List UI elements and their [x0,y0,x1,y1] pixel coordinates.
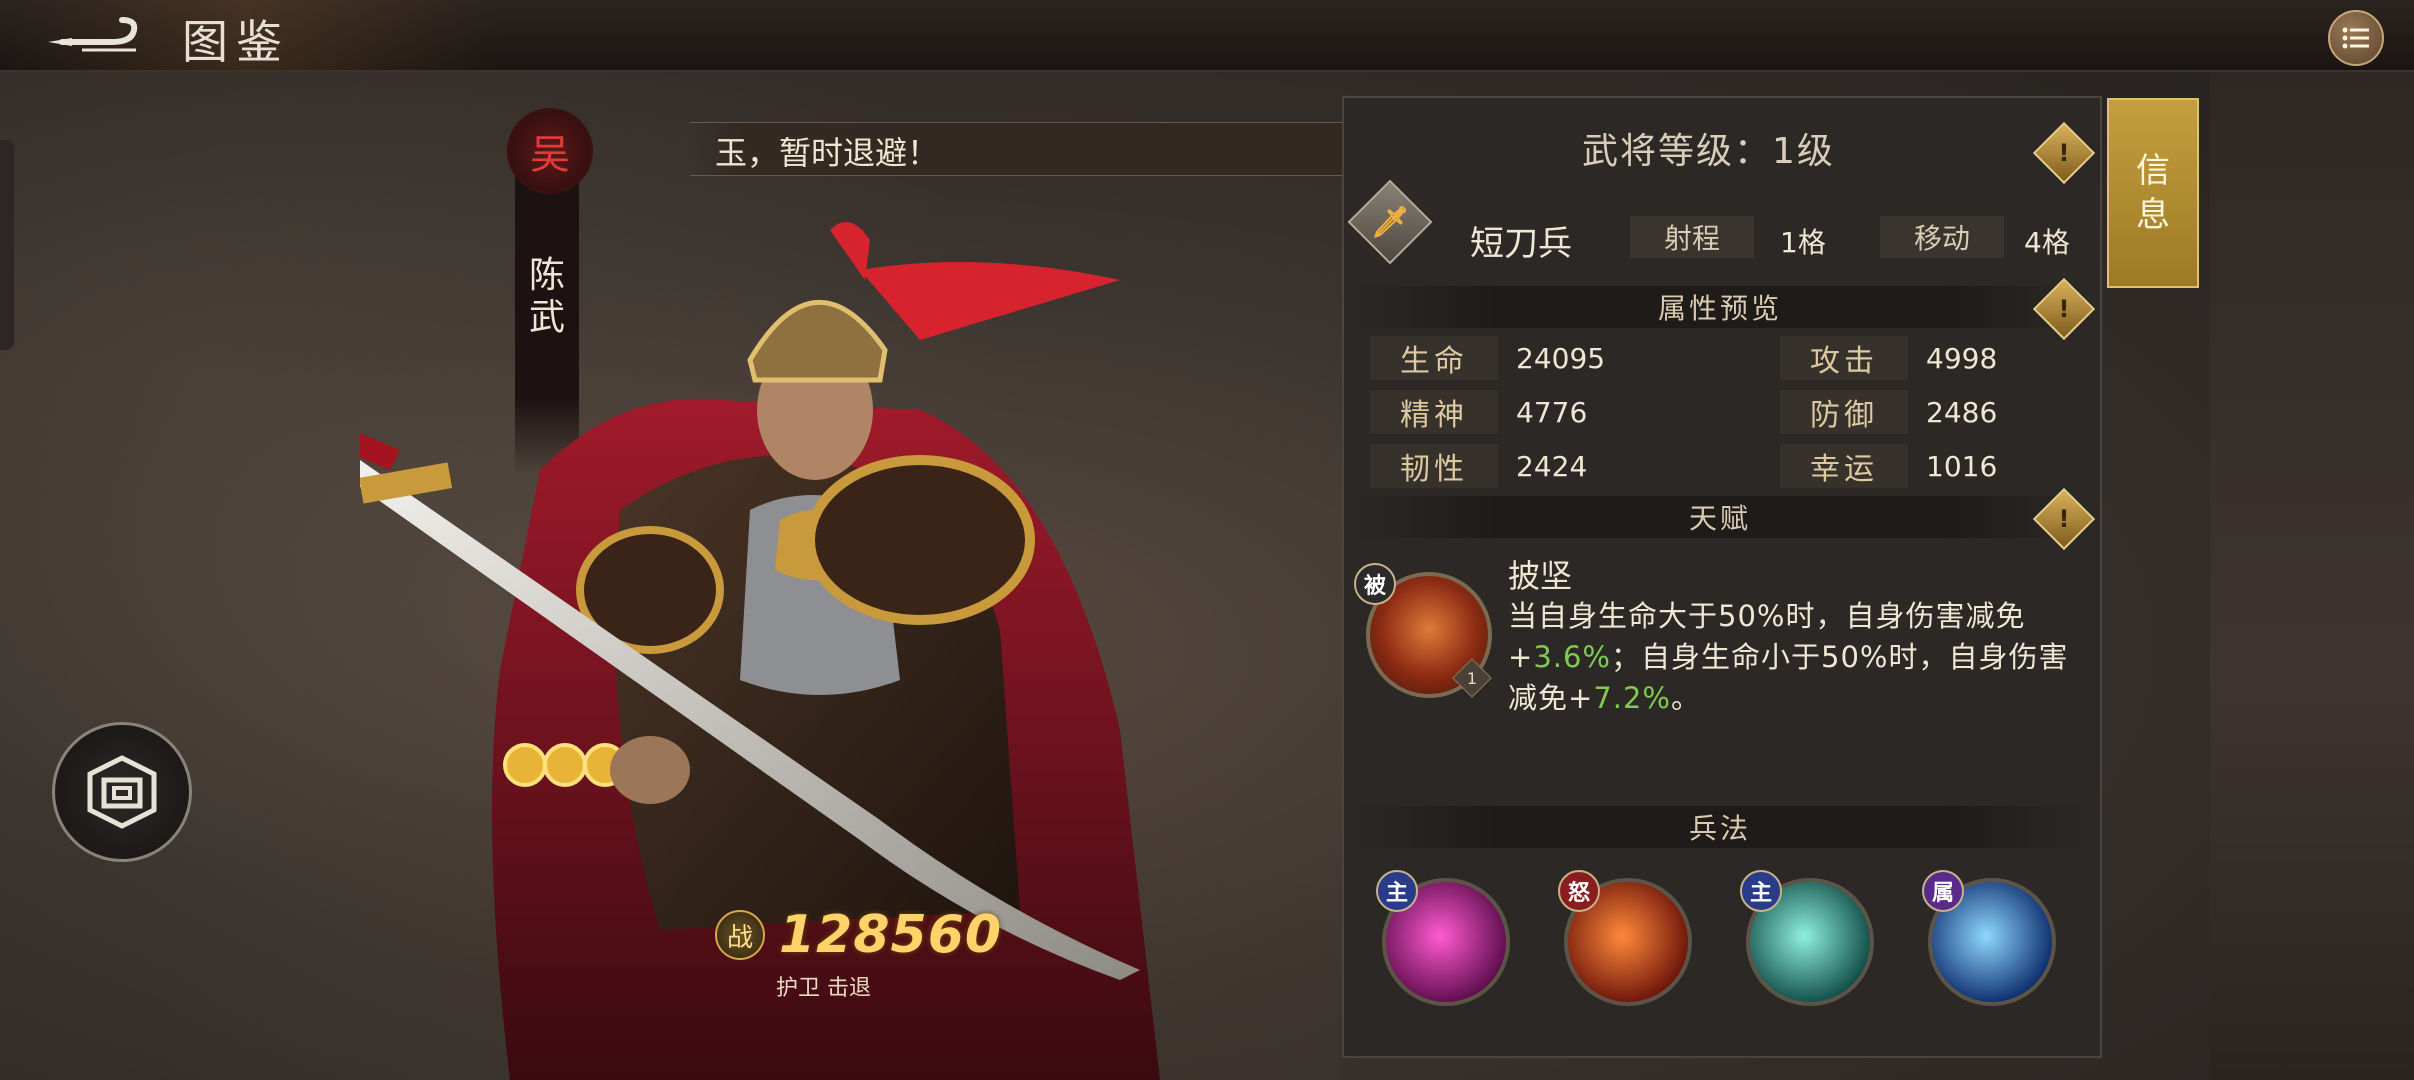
stat-value-luck: 1016 [1926,450,1998,483]
stat-value-spirit: 4776 [1516,396,1588,429]
skill-badge-2: 怒 [1558,870,1600,912]
page-title: 图鉴 [182,15,290,69]
background-right [2210,70,2414,1080]
talent-header: 天赋 [1350,496,2090,538]
range-label: 射程 [1630,216,1754,258]
range-value: 1格 [1780,226,1826,259]
tab-info[interactable]: 信息 [2107,98,2199,288]
skill-badge-4: 属 [1922,870,1964,912]
treasure-relic-button[interactable] [52,722,192,862]
skill-badge-1: 主 [1376,870,1418,912]
list-menu-icon [2342,27,2369,49]
hero-level: 武将等级：1级 [1582,131,1835,172]
talent-name: 披坚 [1508,557,1573,595]
skills-header: 兵法 [1350,806,2090,848]
menu-button[interactable] [2328,10,2384,66]
top-bar: 图鉴 [0,0,2414,72]
back-arrow-icon [48,17,138,52]
move-value: 4格 [2024,226,2070,259]
unit-type-name: 短刀兵 [1470,224,1572,264]
relic-maze-icon [87,755,157,829]
tab-info-label: 信息 [2136,151,2170,235]
talent-description: 当自身生命大于50%时，自身伤害减免+3.6%；自身生命小于50%时，自身伤害减… [1508,599,2069,715]
move-label: 移动 [1880,216,2004,258]
short-blade-icon: 🗡 [1370,204,1410,240]
stat-label-spirit: 精神 [1370,390,1498,434]
skill-badge-3: 主 [1740,870,1782,912]
side-drawer-handle[interactable] [0,140,14,350]
stat-label-hp: 生命 [1370,336,1498,380]
power-badge: 战 [715,910,765,960]
stat-value-attack: 4998 [1926,342,1998,375]
stat-label-toughness: 韧性 [1370,444,1498,488]
hero-quote: 玉，暂时退避！ [715,134,940,172]
back-button[interactable] [42,12,142,58]
stat-label-defense: 防御 [1780,390,1908,434]
stat-value-hp: 24095 [1516,342,1606,375]
stat-value-defense: 2486 [1926,396,1998,429]
faction-seal: 吴 [507,108,593,194]
stat-value-toughness: 2424 [1516,450,1588,483]
power-tags: 护卫 击退 [776,976,871,1001]
stat-label-luck: 幸运 [1780,444,1908,488]
stats-header: 属性预览 [1350,286,2090,328]
stat-label-attack: 攻击 [1780,336,1908,380]
combat-power: 战 128560 [715,905,1002,965]
power-value: 128560 [779,905,1003,965]
talent-passive-badge: 被 [1354,563,1396,605]
